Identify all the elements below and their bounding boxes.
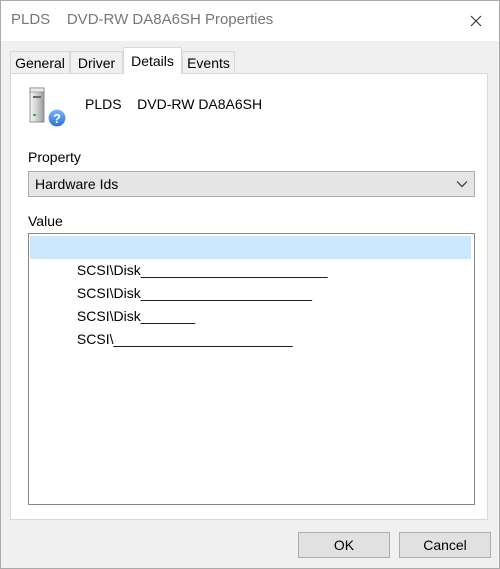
tab-driver-label: Driver xyxy=(77,54,116,71)
list-item[interactable]: SCSI\_______________________ xyxy=(30,305,471,347)
chevron-down-icon xyxy=(456,181,468,188)
properties-dialog: PLDS DVD-RW DA8A6SH Properties General D… xyxy=(0,0,500,569)
ok-button-label: OK xyxy=(333,537,355,553)
window-title: PLDS DVD-RW DA8A6SH Properties xyxy=(11,11,274,28)
list-item[interactable]: SCSI\Disk_______ xyxy=(30,282,471,324)
tab-events[interactable]: Events xyxy=(182,51,235,73)
details-tab-panel: ? PLDS DVD-RW DA8A6SH Property Hardware … xyxy=(10,73,488,520)
tab-events-label: Events xyxy=(187,54,230,71)
value-listbox[interactable]: SCSI\Disk________________________ SCSI\D… xyxy=(28,233,475,505)
list-item[interactable]: SCSI\Disk________________________ xyxy=(30,236,471,278)
tab-driver[interactable]: Driver xyxy=(70,51,123,73)
tab-details[interactable]: Details xyxy=(123,47,182,74)
tab-details-label: Details xyxy=(131,53,174,69)
close-button[interactable] xyxy=(453,1,499,41)
svg-text:?: ? xyxy=(53,111,61,126)
list-item-text: SCSI\_______________________ xyxy=(76,331,293,347)
cancel-button[interactable]: Cancel xyxy=(399,532,491,558)
list-item[interactable]: SCSI\Disk______________________ xyxy=(30,259,471,301)
ok-button[interactable]: OK xyxy=(298,532,390,558)
dvd-drive-unknown-icon: ? xyxy=(29,87,67,128)
property-dropdown[interactable]: Hardware Ids xyxy=(28,171,475,197)
tab-general-label: General xyxy=(15,54,65,71)
property-dropdown-value: Hardware Ids xyxy=(35,176,119,192)
device-name: PLDS DVD-RW DA8A6SH xyxy=(85,96,263,112)
dialog-client-area: General Driver Details Events ? PLDS DVD… xyxy=(1,41,499,568)
cancel-button-label: Cancel xyxy=(423,537,467,553)
tab-general[interactable]: General xyxy=(10,51,70,73)
property-label: Property xyxy=(28,149,81,165)
close-icon xyxy=(470,15,482,27)
value-label: Value xyxy=(28,213,63,229)
title-bar[interactable]: PLDS DVD-RW DA8A6SH Properties xyxy=(1,1,499,41)
